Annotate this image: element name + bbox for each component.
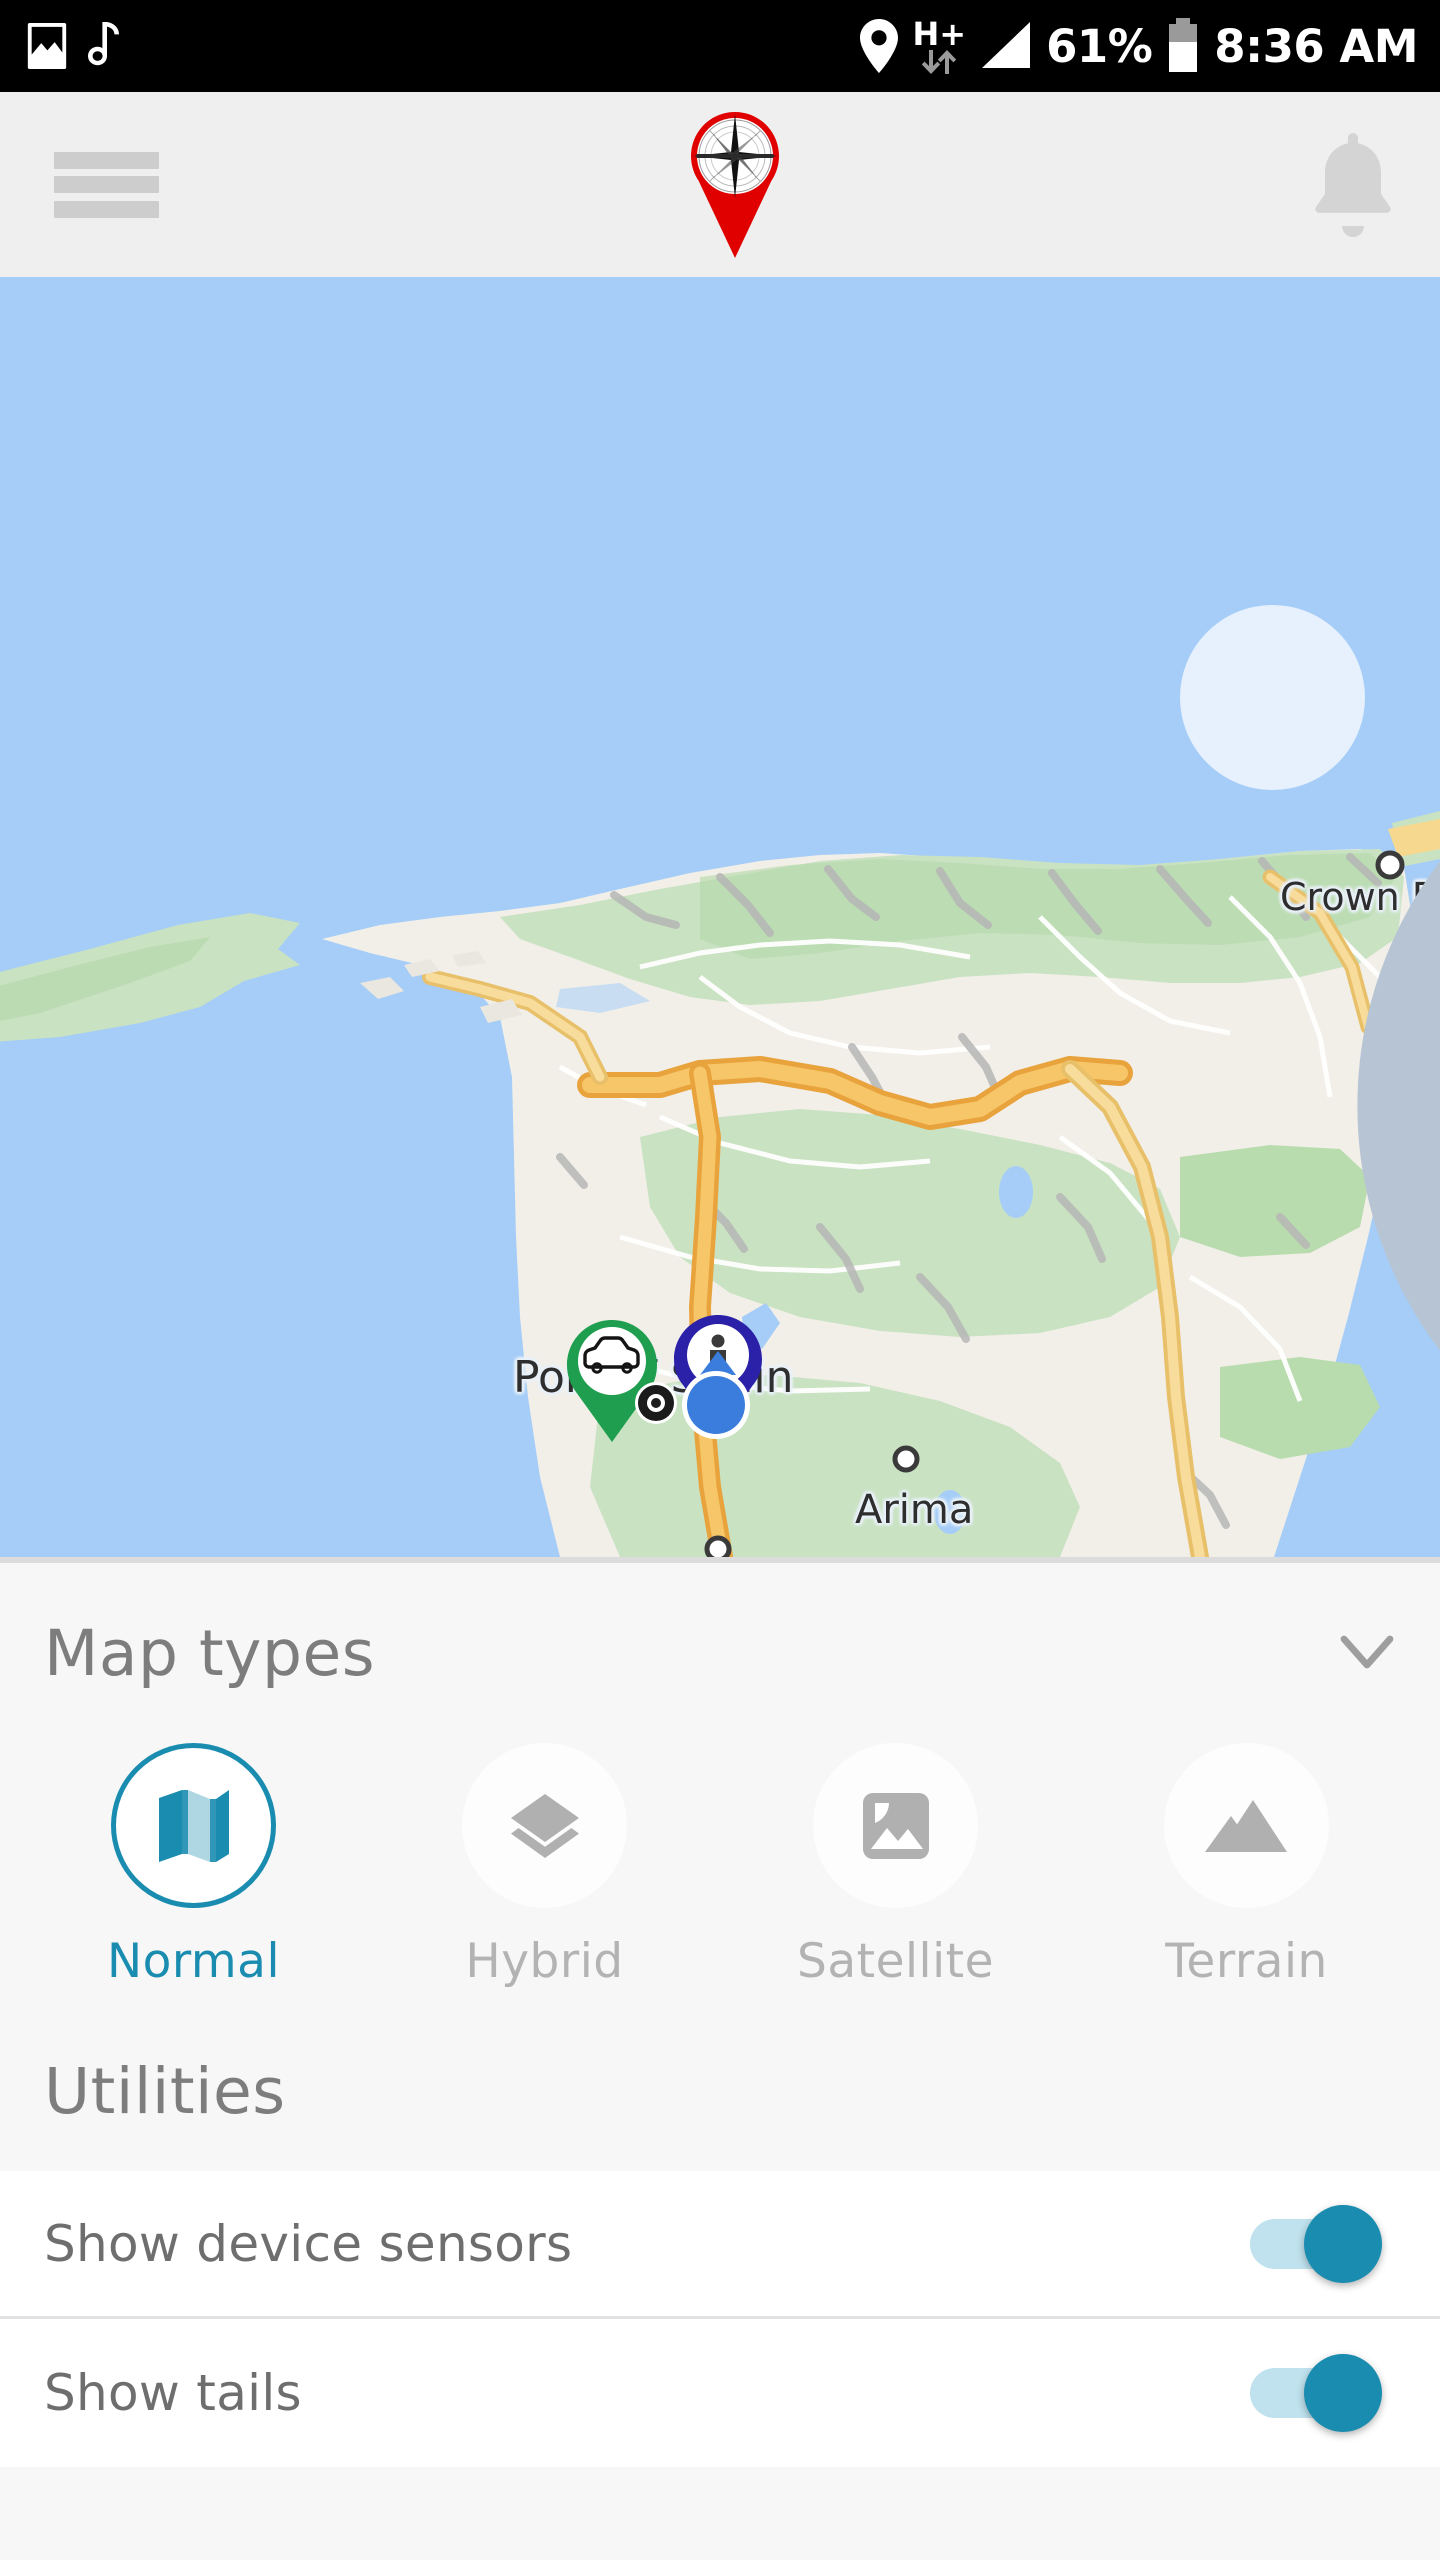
- map-type-option-terrain[interactable]: Terrain: [1082, 1743, 1412, 1989]
- show-tails-label: Show tails: [44, 2364, 302, 2422]
- toggle-thumb: [1304, 2204, 1382, 2283]
- image-icon: [862, 1792, 929, 1859]
- utility-row-show-tails[interactable]: Show tails: [0, 2319, 1440, 2467]
- chevron-down-icon[interactable]: [1340, 1633, 1394, 1673]
- music-note-icon: [88, 22, 119, 66]
- map-type-terrain-label: Terrain: [1165, 1934, 1328, 1989]
- network-label: H+: [912, 15, 967, 53]
- compass-pin-logo: [690, 111, 779, 258]
- layers-icon: [510, 1793, 579, 1858]
- map-type-normal-label: Normal: [106, 1934, 281, 1989]
- map-type-option-hybrid[interactable]: Hybrid: [380, 1743, 710, 1989]
- show-tails-toggle[interactable]: [1250, 2354, 1382, 2432]
- gallery-icon: [27, 23, 67, 69]
- map-type-option-satellite[interactable]: Satellite: [731, 1743, 1061, 1989]
- status-bar: H+ 61% 8:36 AM: [0, 0, 1440, 92]
- location-pin-icon: [860, 19, 899, 73]
- battery-percent-label: 61%: [1046, 19, 1153, 73]
- network-type-indicator: H+: [912, 18, 966, 74]
- show-device-sensors-label: Show device sensors: [44, 2214, 573, 2273]
- utilities-rows: Show device sensors Show tails: [0, 2171, 1440, 2467]
- map-folded-icon: [158, 1789, 229, 1862]
- data-transfer-arrows-icon: [922, 50, 957, 74]
- toggle-thumb: [1304, 2354, 1382, 2432]
- battery-icon: [1169, 18, 1198, 72]
- utility-row-show-device-sensors[interactable]: Show device sensors: [0, 2171, 1440, 2319]
- target-dot-marker: [635, 1382, 677, 1424]
- bell-icon[interactable]: [1310, 132, 1396, 237]
- vehicle-marker: [567, 1320, 657, 1442]
- map-type-satellite-circle: [813, 1743, 978, 1908]
- utilities-header: Utilities: [0, 2023, 1440, 2171]
- map-type-hybrid-circle: [462, 1743, 627, 1908]
- status-bar-right-icons: H+ 61% 8:36 AM: [860, 18, 1418, 74]
- status-bar-left-icons: [24, 20, 124, 72]
- hamburger-menu-icon[interactable]: [54, 151, 159, 218]
- mountain-icon: [1204, 1799, 1287, 1852]
- map-type-hybrid-label: Hybrid: [465, 1934, 624, 1989]
- bottom-sheet: Map types Normal Hybrid Satellite Terrai…: [0, 1557, 1440, 2560]
- clock-label: 8:36 AM: [1214, 19, 1418, 73]
- map-types-title: Map types: [44, 1616, 376, 1690]
- current-location-marker: [682, 1371, 750, 1439]
- zoom-out-icon: [1357, 861, 1440, 1351]
- signal-bars-icon: [982, 22, 1031, 68]
- map-type-options: Normal Hybrid Satellite Terrain: [0, 1743, 1440, 2023]
- zoom-out-button[interactable]: [1180, 605, 1440, 1351]
- map-types-header[interactable]: Map types: [0, 1563, 1440, 1743]
- map-type-terrain-circle: [1164, 1743, 1329, 1908]
- map-type-option-normal[interactable]: Normal: [29, 1743, 359, 1989]
- phone-screen: H+ 61% 8:36 AM Port Crown Po Arima Map t…: [0, 0, 1440, 2560]
- map-type-satellite-label: Satellite: [797, 1934, 994, 1989]
- map-type-normal-circle: [111, 1743, 276, 1908]
- show-device-sensors-toggle[interactable]: [1250, 2204, 1382, 2283]
- map-view[interactable]: Port of Spain Crown Po Arima Trinidad an…: [0, 277, 1440, 1557]
- app-header: [0, 92, 1440, 277]
- utilities-title: Utilities: [44, 2055, 286, 2128]
